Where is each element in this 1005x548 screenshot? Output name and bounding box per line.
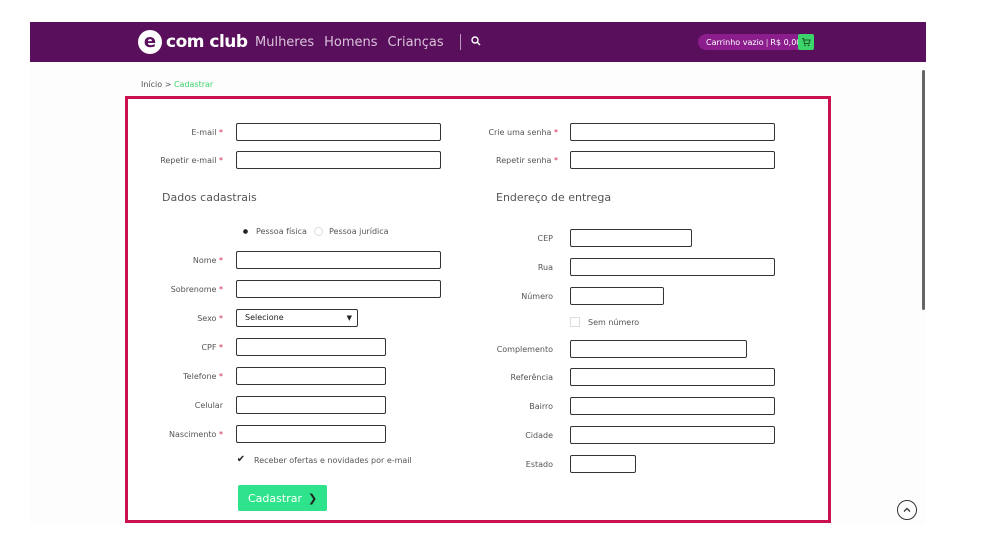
rua-label: Rua (537, 263, 553, 272)
cart-icon[interactable] (798, 34, 814, 50)
sobrenome-field[interactable] (236, 280, 441, 298)
cpf-field[interactable] (236, 338, 386, 356)
numero-field[interactable] (570, 287, 664, 305)
radio-pessoa-fisica[interactable]: Pessoa física (241, 227, 307, 236)
bairro-label: Bairro (529, 402, 553, 411)
checkmark-icon: ✔ (236, 454, 246, 465)
site-logo[interactable]: e com club (138, 29, 248, 55)
cart-summary[interactable]: Carrinho vazio | R$ 0,00 (698, 34, 806, 50)
cidade-label: Cidade (525, 431, 553, 440)
sexo-select[interactable]: Selecione ▼ (236, 309, 358, 327)
password-label: Crie uma senha * (488, 128, 558, 137)
cart-total: R$ 0,00 (770, 37, 802, 47)
nome-field[interactable] (236, 251, 441, 269)
nome-label: Nome * (192, 256, 223, 265)
cart-status: Carrinho vazio (706, 37, 764, 47)
main-nav: Mulheres Homens Crianças (255, 34, 481, 50)
email-field[interactable] (236, 123, 441, 141)
breadcrumb-separator: > (164, 80, 172, 89)
nav-link-criancas[interactable]: Crianças (388, 35, 444, 50)
newsletter-checkbox[interactable]: ✔ Receber ofertas e novidades por e-mail (236, 455, 412, 465)
radio-pessoa-juridica[interactable]: Pessoa jurídica (314, 227, 389, 236)
nav-link-homens[interactable]: Homens (324, 35, 377, 50)
dados-cadastrais-heading: Dados cadastrais (162, 191, 257, 204)
breadcrumb-current: Cadastrar (173, 80, 214, 89)
cep-field[interactable] (570, 229, 692, 247)
referencia-field[interactable] (570, 368, 775, 386)
password-field[interactable] (570, 123, 775, 141)
complemento-label: Complemento (496, 345, 553, 354)
nascimento-field[interactable] (236, 425, 386, 443)
back-to-top-button[interactable] (897, 500, 917, 520)
cadastrar-button[interactable]: Cadastrar ❯ (238, 485, 328, 511)
radio-selected-icon (241, 227, 250, 236)
page: e com club Mulheres Homens Crianças Carr… (30, 22, 926, 526)
rua-field[interactable] (570, 258, 775, 276)
sobrenome-label: Sobrenome * (170, 285, 223, 294)
search-icon[interactable] (470, 35, 481, 49)
telefone-label: Telefone * (183, 372, 223, 381)
chevron-down-icon: ▼ (346, 314, 352, 322)
endereco-heading: Endereço de entrega (496, 191, 612, 204)
top-navbar: e com club Mulheres Homens Crianças Carr… (30, 22, 926, 62)
breadcrumb: Início > Cadastrar (141, 80, 213, 89)
complemento-field[interactable] (570, 340, 747, 358)
repeat-email-label: Repetir e-mail * (160, 156, 223, 165)
telefone-field[interactable] (236, 367, 386, 385)
logo-text: com club (166, 32, 248, 52)
checkbox-empty-icon (570, 317, 580, 327)
email-label: E-mail * (191, 128, 223, 137)
bairro-field[interactable] (570, 397, 775, 415)
numero-label: Número (521, 292, 553, 301)
chevron-right-icon: ❯ (307, 491, 318, 505)
nav-divider (459, 34, 461, 50)
registration-form: E-mail * Repetir e-mail * Crie uma senha… (125, 96, 831, 523)
repeat-password-field[interactable] (570, 151, 775, 169)
sem-numero-checkbox[interactable]: Sem número (570, 317, 639, 327)
cart-divider: | (765, 37, 769, 47)
sexo-label: Sexo * (197, 314, 223, 323)
repeat-password-label: Repetir senha * (496, 156, 558, 165)
cpf-label: CPF * (201, 343, 223, 352)
estado-label: Estado (525, 460, 553, 469)
nav-link-mulheres[interactable]: Mulheres (255, 35, 314, 50)
breadcrumb-home[interactable]: Início (141, 80, 162, 89)
radio-empty-icon (314, 227, 323, 236)
cep-label: CEP (537, 234, 553, 243)
referencia-label: Referência (510, 373, 554, 382)
page-scrollbar[interactable] (922, 70, 925, 310)
sexo-selected-value: Selecione (245, 313, 284, 322)
repeat-email-field[interactable] (236, 151, 441, 169)
celular-field[interactable] (236, 396, 386, 414)
celular-label: Celular (194, 401, 223, 410)
nascimento-label: Nascimento * (168, 430, 223, 439)
estado-field[interactable] (570, 455, 636, 473)
logo-mark: e (138, 30, 162, 54)
cidade-field[interactable] (570, 426, 775, 444)
